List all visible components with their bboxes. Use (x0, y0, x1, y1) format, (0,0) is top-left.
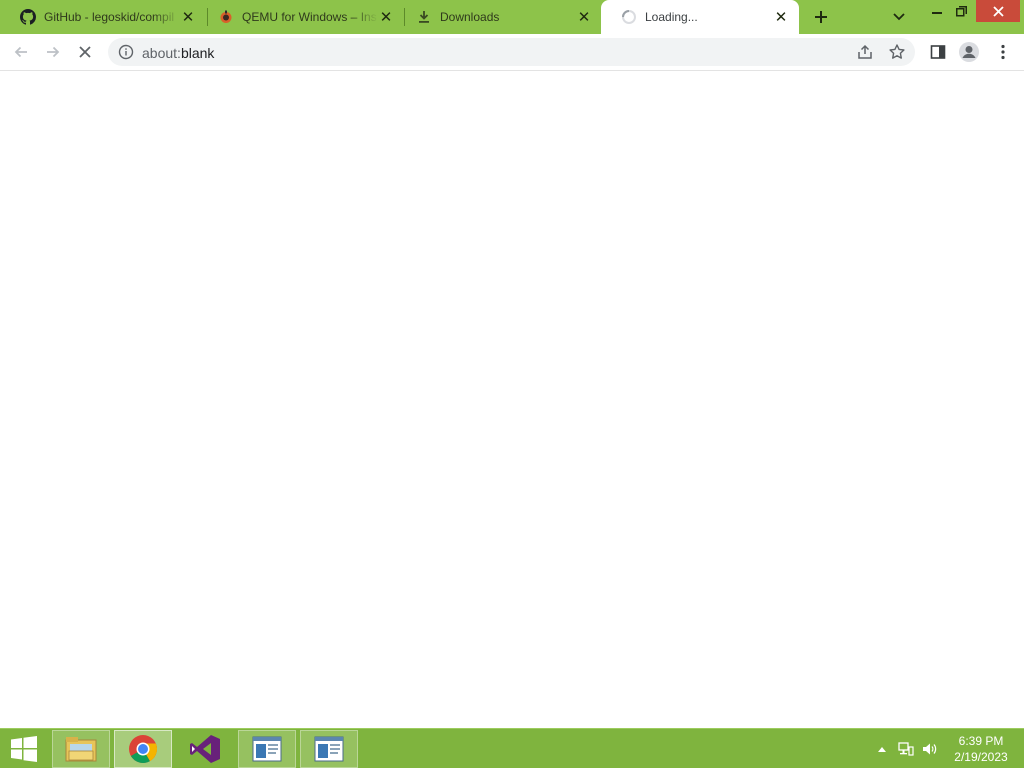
taskbar-window-1[interactable] (238, 730, 296, 768)
menu-button[interactable] (990, 39, 1016, 65)
taskbar-window-2[interactable] (300, 730, 358, 768)
url-text: about:blank (142, 45, 214, 61)
profile-button[interactable] (956, 39, 982, 65)
window-icon (252, 736, 282, 762)
new-tab-button[interactable] (808, 5, 834, 29)
restore-icon (955, 5, 967, 16)
clock-date: 2/19/2023 (954, 750, 1008, 764)
browser-toolbar: about:blank (0, 34, 1024, 71)
clock-time: 6:39 PM (958, 734, 1004, 748)
arrow-left-icon (14, 46, 27, 58)
qemu-icon (218, 9, 234, 25)
address-bar[interactable]: about:blank (108, 38, 915, 66)
taskbar: 6:39 PM 2/19/2023 (0, 728, 1024, 768)
page-content (0, 71, 1024, 728)
more-vertical-icon (1001, 44, 1005, 60)
forward-button[interactable] (40, 39, 66, 65)
github-icon (20, 9, 36, 25)
taskbar-visual-studio[interactable] (176, 730, 234, 768)
volume-icon[interactable] (920, 729, 940, 769)
stop-button[interactable] (72, 39, 98, 65)
tab-title: QEMU for Windows – Ins (242, 10, 377, 24)
close-icon (992, 5, 1004, 17)
close-tab-icon[interactable]: ✕ (378, 9, 394, 26)
stop-x-icon (79, 46, 91, 58)
taskbar-chrome[interactable] (114, 730, 172, 768)
system-clock[interactable]: 6:39 PM 2/19/2023 (946, 733, 1016, 765)
window-icon (314, 736, 344, 762)
loading-spinner-icon (621, 9, 637, 25)
close-window-button[interactable] (976, 0, 1020, 22)
windows-logo-icon (11, 736, 37, 762)
folder-icon (65, 737, 97, 762)
visual-studio-icon (190, 735, 220, 763)
tab-search-button[interactable] (888, 5, 910, 29)
chrome-icon (129, 735, 158, 763)
tab-loading[interactable]: Loading... ✕ (601, 0, 799, 34)
close-tab-icon[interactable]: ✕ (576, 9, 592, 26)
tab-title: Loading... (645, 10, 698, 24)
tab-github[interactable]: GitHub - legoskid/compil ✕ (0, 0, 206, 34)
tab-title: GitHub - legoskid/compil (44, 10, 175, 24)
chevron-down-icon (893, 13, 905, 21)
url-host: blank (180, 45, 215, 61)
start-button[interactable] (0, 729, 48, 769)
minimize-icon (932, 12, 942, 14)
info-icon[interactable] (118, 44, 134, 60)
tab-qemu[interactable]: QEMU for Windows – Ins ✕ (198, 0, 404, 34)
back-button[interactable] (8, 39, 34, 65)
share-icon[interactable] (856, 43, 874, 61)
arrow-right-icon (47, 46, 60, 58)
taskbar-file-explorer[interactable] (52, 730, 110, 768)
tab-title: Downloads (440, 10, 500, 24)
download-icon (416, 9, 432, 25)
tab-downloads[interactable]: Downloads ✕ (396, 0, 602, 34)
close-tab-icon[interactable]: ✕ (180, 9, 196, 26)
side-panel-icon (930, 45, 946, 59)
show-hidden-icons-button[interactable] (874, 729, 890, 769)
close-tab-icon[interactable]: ✕ (773, 9, 789, 26)
plus-icon (815, 11, 827, 23)
chevron-up-icon (878, 747, 886, 752)
profile-avatar-icon (959, 42, 979, 62)
bookmark-star-icon[interactable] (888, 43, 906, 61)
side-panel-button[interactable] (925, 39, 951, 65)
url-scheme: about: (142, 45, 181, 61)
tab-strip: GitHub - legoskid/compil ✕ QEMU for Wind… (0, 0, 1024, 34)
restore-button[interactable] (946, 0, 976, 22)
network-status-icon[interactable] (896, 729, 916, 769)
